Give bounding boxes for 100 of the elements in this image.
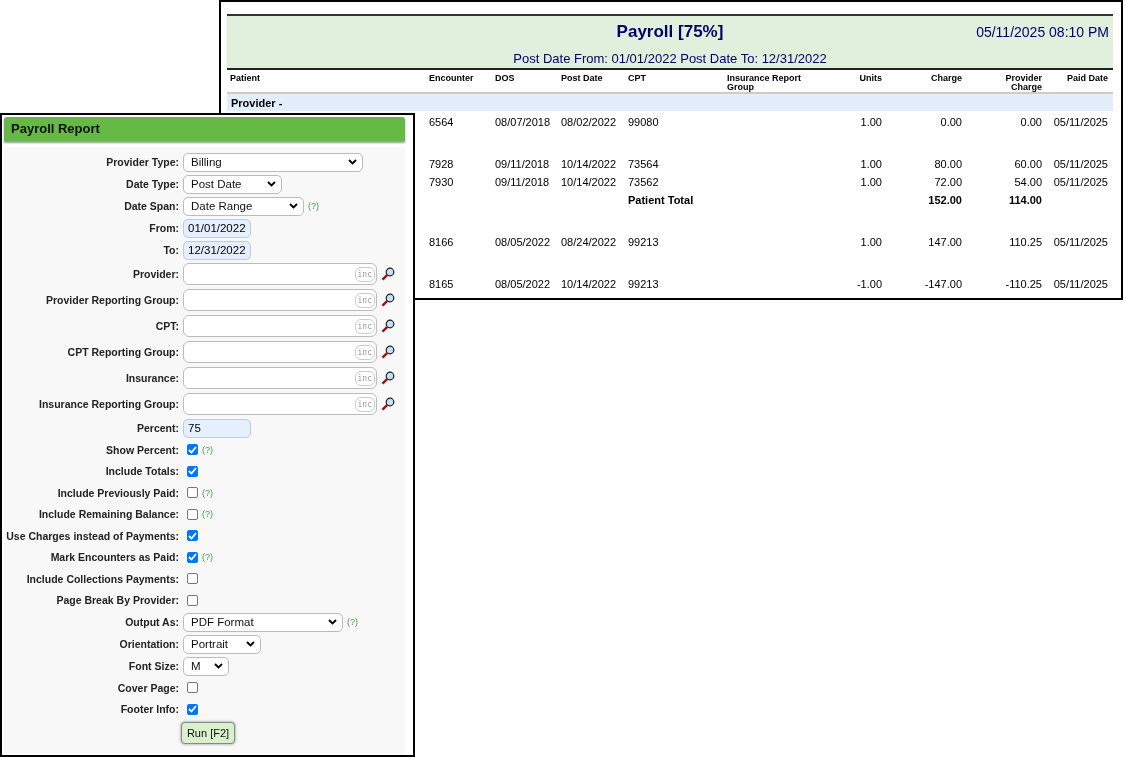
dropdown[interactable]: Post Date <box>183 174 282 194</box>
table-cell-text: 08/24/2022 <box>560 236 618 248</box>
column-header: CPT <box>627 74 647 85</box>
input-field[interactable]: 75 <box>183 418 251 438</box>
total-cell-text: 152.00 <box>927 193 963 206</box>
report-subtitle: Post Date From: 01/01/2022 Post Date To: 12/31/2022 <box>513 51 827 66</box>
field-label: To: <box>162 244 179 256</box>
dropdown[interactable]: Billing <box>183 152 363 172</box>
field-label: Include Remaining Balance: <box>37 508 179 521</box>
field-label: CPT: <box>154 320 179 332</box>
checkbox[interactable] <box>187 444 198 456</box>
caret-icon <box>267 181 276 187</box>
input-field[interactable]: 01/01/2022 <box>183 218 251 238</box>
table-cell-text: 110.25 <box>1008 236 1043 248</box>
input-field[interactable]: inc <box>183 289 377 311</box>
include-toggle[interactable]: inc <box>354 396 375 412</box>
caret-icon <box>328 619 337 625</box>
total-cell-text: 114.00 <box>1007 193 1043 206</box>
search-icon[interactable] <box>381 293 395 307</box>
table-cell-text: 54.00 <box>1013 176 1043 188</box>
table-cell-text: 10/14/2022 <box>560 176 618 188</box>
field-label: Insurance Reporting Group: <box>38 398 179 410</box>
table-cell-text: 08/05/2022 <box>494 236 552 248</box>
table-cell-text: 80.00 <box>933 158 963 170</box>
field-label: Include Collections Payments: <box>25 572 179 585</box>
table-cell-text: 1.00 <box>859 158 883 170</box>
include-toggle[interactable]: inc <box>354 266 375 282</box>
input-field[interactable]: inc <box>183 393 377 415</box>
help-link[interactable]: (?) <box>202 444 213 455</box>
table-cell-text: 8165 <box>428 278 455 290</box>
checkbox[interactable] <box>187 594 198 606</box>
table-cell-text: 09/11/2018 <box>494 158 551 170</box>
field-label: Show Percent: <box>105 443 179 456</box>
table-cell-text: 73562 <box>627 176 660 188</box>
dropdown[interactable]: Date Range <box>183 196 304 216</box>
include-toggle[interactable]: inc <box>354 292 375 308</box>
field-label: Insurance: <box>124 372 179 384</box>
checkbox[interactable] <box>187 682 198 694</box>
field-label: Provider Type: <box>105 156 179 168</box>
dropdown[interactable]: PDF Format <box>183 612 343 632</box>
field-label: Orientation: <box>118 638 179 650</box>
table-cell-text: 05/11/2025 <box>1052 278 1109 290</box>
checkbox[interactable] <box>187 465 198 477</box>
field-label: Output As: <box>124 616 179 628</box>
checkbox[interactable] <box>187 530 198 542</box>
table-cell-text: 05/11/2025 <box>1052 116 1109 128</box>
caret-icon <box>246 641 255 647</box>
help-link[interactable]: (?) <box>202 509 213 520</box>
input-field[interactable]: 12/31/2022 <box>183 240 251 260</box>
table-cell-text: 60.00 <box>1013 158 1043 170</box>
table-cell-text: 7928 <box>428 158 455 170</box>
checkbox[interactable] <box>187 703 198 715</box>
checkbox[interactable] <box>187 573 198 585</box>
include-toggle[interactable]: inc <box>354 318 375 334</box>
checkbox[interactable] <box>187 508 198 520</box>
dropdown[interactable]: M <box>183 656 229 676</box>
search-icon[interactable] <box>381 319 395 333</box>
search-icon[interactable] <box>381 371 395 385</box>
table-cell-text: 09/11/2018 <box>494 176 551 188</box>
column-header: Charge <box>930 74 963 85</box>
report-timestamp: 05/11/2025 08:10 PM <box>976 24 1110 40</box>
help-link[interactable]: (?) <box>347 617 358 627</box>
help-link[interactable]: (?) <box>202 552 213 563</box>
table-cell-text: 147.00 <box>927 236 963 248</box>
column-header: Encounter <box>428 74 475 85</box>
checkbox[interactable] <box>187 551 198 563</box>
table-cell-text: 1.00 <box>859 236 883 248</box>
table-cell-text: 6564 <box>428 116 455 128</box>
search-icon[interactable] <box>381 267 395 281</box>
field-label: Provider Reporting Group: <box>45 294 179 306</box>
dropdown[interactable]: Portrait <box>183 634 261 654</box>
run-button[interactable]: Run [F2] <box>181 722 235 744</box>
include-toggle[interactable]: inc <box>354 370 375 386</box>
search-icon[interactable] <box>381 345 395 359</box>
table-cell-text: 05/11/2025 <box>1052 236 1109 248</box>
input-field[interactable]: inc <box>183 263 377 285</box>
column-header: Patient <box>229 74 261 85</box>
table-cell-text: 10/14/2022 <box>560 278 618 290</box>
input-field[interactable]: inc <box>183 341 377 363</box>
input-field[interactable]: inc <box>183 367 377 389</box>
checkbox[interactable] <box>187 487 198 499</box>
field-label: Mark Encounters as Paid: <box>49 551 179 564</box>
table-cell-text: -147.00 <box>923 278 963 290</box>
caret-icon <box>214 663 223 669</box>
field-label: Footer Info: <box>119 703 179 716</box>
table-cell-text: 99213 <box>627 278 660 290</box>
include-toggle[interactable]: inc <box>354 344 375 360</box>
report-title: Payroll [75%] <box>616 22 724 42</box>
column-header: Paid Date <box>1066 74 1109 85</box>
table-cell-text: 73564 <box>627 158 660 170</box>
help-link[interactable]: (?) <box>308 201 319 211</box>
input-field[interactable]: inc <box>183 315 377 337</box>
table-cell-text: 10/14/2022 <box>560 158 618 170</box>
column-header: Insurance Report Group <box>726 74 803 92</box>
table-cell-text: 08/07/2018 <box>494 116 552 128</box>
search-icon[interactable] <box>381 397 395 411</box>
field-label: Font Size: <box>127 660 179 672</box>
help-link[interactable]: (?) <box>202 487 213 498</box>
table-cell-text: 08/02/2022 <box>560 116 618 128</box>
field-label: Provider: <box>131 268 179 280</box>
